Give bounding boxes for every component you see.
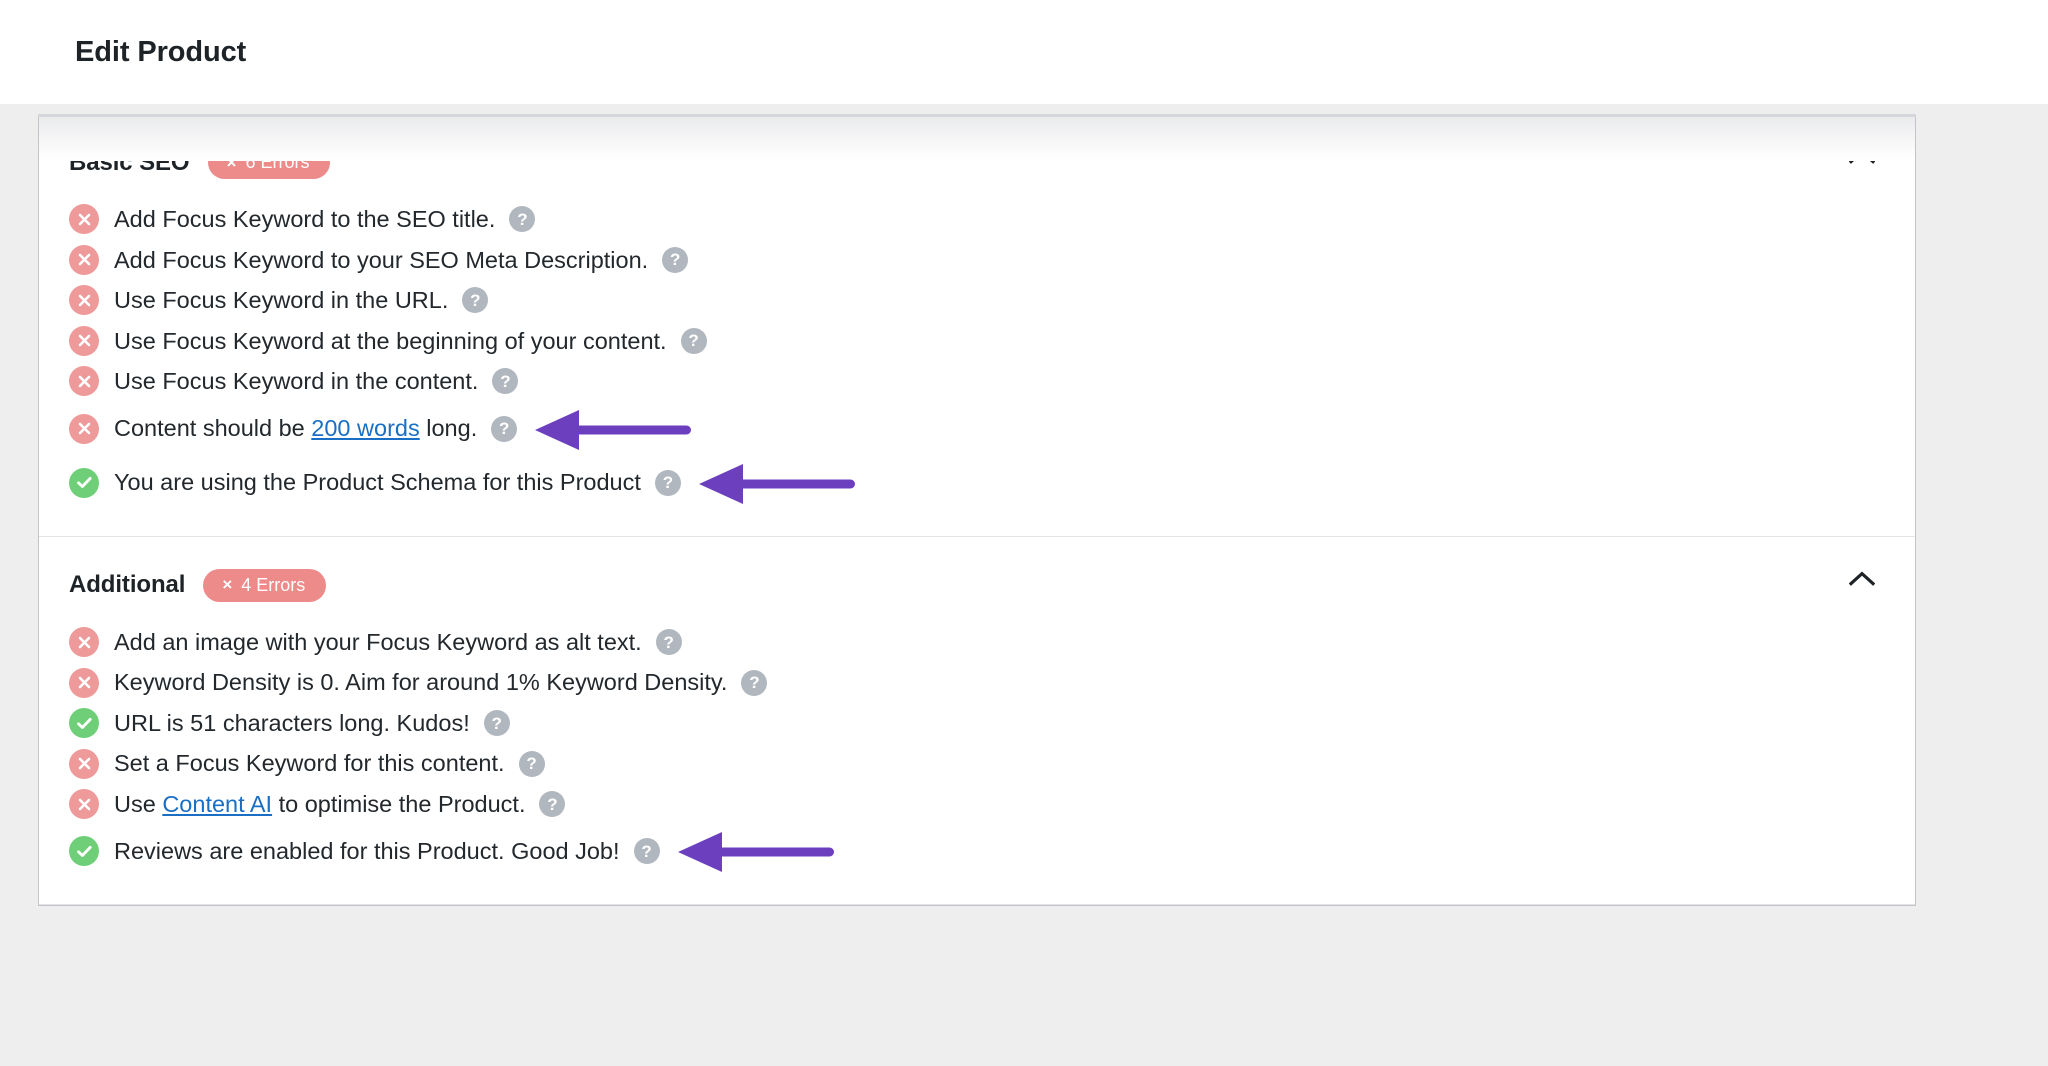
text-prefix: Content should be	[114, 415, 312, 442]
checklist-item-text: Add an image with your Focus Keyword as …	[114, 628, 642, 655]
checklist-item-text: Use Focus Keyword in the content.	[114, 368, 479, 395]
help-tooltip-icon[interactable]: ?	[483, 710, 510, 737]
error-cross-icon	[69, 789, 99, 820]
badge-x-icon: ×	[226, 152, 237, 172]
help-tooltip-icon[interactable]: ?	[741, 669, 768, 696]
inline-link[interactable]: 200 words	[311, 415, 419, 441]
section-title: Additional	[69, 571, 186, 599]
text-prefix: Use	[114, 790, 163, 817]
checklist-item: Add Focus Keyword to the SEO title.?	[39, 199, 1915, 240]
error-cross-icon	[69, 366, 99, 397]
admin-header-bar: Edit Product	[0, 0, 2048, 104]
checklist-item: You are using the Product Schema for thi…	[39, 456, 1915, 510]
checklist-item-text: Add Focus Keyword to the SEO title.	[114, 206, 496, 232]
error-cross-icon	[69, 325, 99, 356]
chevron-up-icon[interactable]	[1839, 133, 1885, 179]
checklist-item: Use Focus Keyword in the URL.?	[39, 280, 1915, 321]
error-cross-icon	[69, 627, 99, 657]
checklist-item-text: Use Focus Keyword at the beginning of yo…	[114, 327, 667, 354]
help-tooltip-icon[interactable]: ?	[462, 287, 489, 314]
checklist-item: Use Content AI to optimise the Product.?	[39, 784, 1915, 825]
checklist-item: Set a Focus Keyword for this content.?	[39, 743, 1915, 784]
annotation-arrow	[697, 462, 857, 506]
error-count-label: 6 Errors	[245, 152, 310, 172]
badge-x-icon: ×	[222, 575, 233, 595]
inline-link[interactable]: Content AI	[162, 791, 272, 817]
success-check-icon	[69, 708, 99, 739]
error-cross-icon	[69, 285, 99, 316]
checklist-item-text: You are using the Product Schema for thi…	[114, 469, 641, 496]
help-tooltip-icon[interactable]: ?	[492, 368, 519, 395]
section-header-basic-seo[interactable]: Basic SEO × 6 Errors	[39, 114, 1915, 189]
checklist-item: Add Focus Keyword to your SEO Meta Descr…	[39, 240, 1915, 281]
checklist-item-text: Use Focus Keyword in the URL.	[114, 287, 449, 314]
seo-checklist-basic-seo: Add Focus Keyword to the SEO title.? Add …	[39, 189, 1915, 536]
annotation-arrow	[676, 830, 836, 874]
section-additional: Additional × 4 Errors Add an image with you…	[39, 535, 1915, 905]
annotation-arrow	[533, 408, 693, 452]
error-cross-icon	[69, 667, 99, 698]
section-basic-seo: Basic SEO × 6 Errors Add Focus Keyword to t…	[39, 114, 1915, 536]
checklist-item-text: Set a Focus Keyword for this content.	[114, 750, 505, 777]
section-title: Basic SEO	[69, 148, 190, 176]
error-cross-icon	[69, 244, 99, 275]
checklist-item-text: URL is 51 characters long. Kudos!	[114, 709, 470, 736]
checklist-item-text: Content should be 200 words long.	[114, 413, 477, 444]
error-count-label: 4 Errors	[241, 574, 306, 595]
text-suffix: to optimise the Product.	[272, 790, 526, 817]
checklist-item: URL is 51 characters long. Kudos!?	[39, 703, 1915, 744]
seo-checklist-additional: Add an image with your Focus Keyword as …	[39, 612, 1915, 905]
help-tooltip-icon[interactable]: ?	[680, 327, 707, 354]
section-header-additional[interactable]: Additional × 4 Errors	[39, 537, 1915, 612]
error-cross-icon	[69, 413, 99, 444]
checklist-item: Use Focus Keyword at the beginning of yo…	[39, 321, 1915, 362]
help-tooltip-icon[interactable]: ?	[655, 629, 682, 655]
help-tooltip-icon[interactable]: ?	[518, 750, 545, 777]
checklist-item-text: Add Focus Keyword to your SEO Meta Descr…	[114, 246, 649, 273]
checklist-item: Use Focus Keyword in the content.?	[39, 361, 1915, 402]
error-cross-icon	[69, 748, 99, 779]
error-count-badge: × 4 Errors	[203, 568, 327, 602]
page-title: Edit Product	[75, 35, 247, 68]
checklist-item: Keyword Density is 0. Aim for around 1% …	[39, 662, 1915, 703]
error-count-badge: × 6 Errors	[207, 146, 331, 179]
success-check-icon	[69, 467, 99, 498]
checklist-item: Reviews are enabled for this Product. Go…	[39, 824, 1915, 878]
help-tooltip-icon[interactable]: ?	[633, 838, 660, 865]
checklist-item: Add an image with your Focus Keyword as …	[39, 622, 1915, 663]
checklist-item: Content should be 200 words long.?	[39, 402, 1915, 456]
error-cross-icon	[69, 204, 99, 235]
text-suffix: long.	[419, 415, 478, 442]
success-check-icon	[69, 836, 99, 867]
panel-top-edge	[38, 114, 1916, 117]
checklist-item-text: Reviews are enabled for this Product. Go…	[114, 838, 620, 865]
checklist-item-text: Use Content AI to optimise the Product.	[114, 789, 525, 820]
page-body: Basic SEO × 6 Errors Add Focus Keyword to t…	[0, 104, 2048, 1066]
panel-bottom-divider	[39, 904, 1915, 906]
help-tooltip-icon[interactable]: ?	[539, 791, 566, 818]
seo-analysis-panel: Basic SEO × 6 Errors Add Focus Keyword to t…	[38, 114, 1916, 907]
help-tooltip-icon[interactable]: ?	[509, 206, 536, 233]
help-tooltip-icon[interactable]: ?	[491, 415, 518, 442]
help-tooltip-icon[interactable]: ?	[662, 246, 689, 273]
checklist-item-text: Keyword Density is 0. Aim for around 1% …	[114, 669, 728, 696]
chevron-up-icon[interactable]	[1839, 556, 1885, 602]
help-tooltip-icon[interactable]: ?	[654, 469, 681, 496]
